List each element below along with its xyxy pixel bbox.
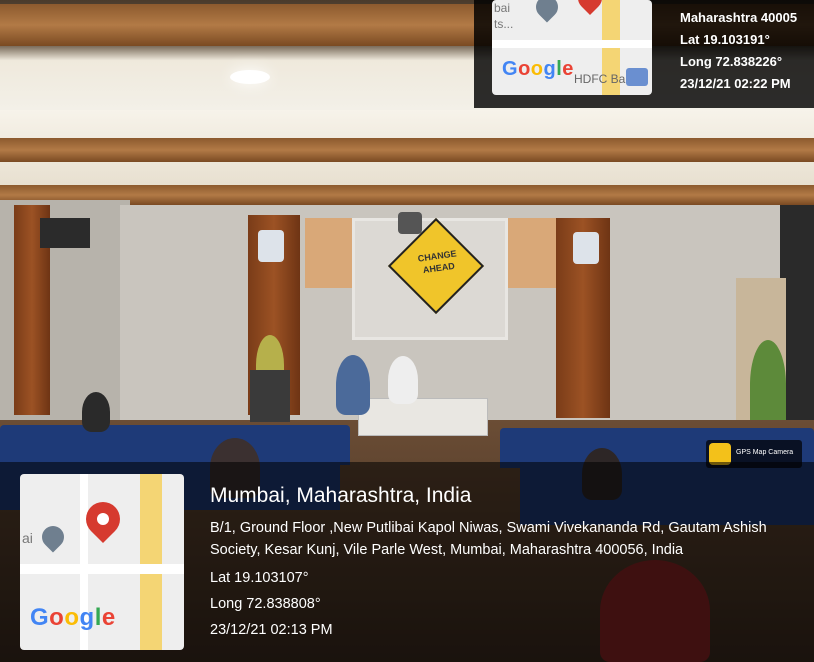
wall-panel-accent-right	[500, 218, 556, 288]
gps-camera-label: GPS Map Camera	[736, 449, 794, 456]
location-address: B/1, Ground Floor ,New Putlibai Kapol Ni…	[210, 520, 767, 558]
longitude: Long 72.838808°	[210, 596, 321, 612]
seated-guest-2	[388, 356, 418, 404]
seat-row-left-1	[0, 425, 350, 465]
location-title: Mumbai, Maharashtra, India	[210, 484, 472, 507]
speaker-table	[358, 398, 488, 436]
top-map-thumbnail: bai ts... Google HDFC Bank	[492, 0, 652, 95]
seated-guest-1	[336, 355, 370, 415]
google-logo: Google	[502, 58, 574, 80]
top-stamp-datetime: 23/12/21 02:22 PM	[680, 76, 791, 91]
standing-person-right	[750, 340, 786, 430]
wall-panel-accent	[305, 218, 355, 288]
speaker-left	[40, 218, 90, 248]
projector	[398, 212, 422, 234]
audience-1	[82, 392, 110, 432]
datetime: 23/12/21 02:13 PM	[210, 622, 333, 638]
ceiling-light	[230, 70, 270, 84]
place-marker-icon	[37, 521, 69, 553]
main-map-thumbnail: ai Google	[20, 474, 184, 650]
map-text: ai	[22, 530, 33, 546]
bank-icon	[626, 68, 648, 86]
emblem-right	[573, 232, 599, 264]
ceiling-beam	[0, 138, 814, 162]
emblem-left	[258, 230, 284, 262]
place-marker-icon	[531, 0, 563, 23]
google-logo: Google	[30, 604, 116, 631]
map-road	[492, 40, 652, 48]
map-road	[20, 564, 184, 574]
top-stamp-lat: Lat 19.103191°	[680, 32, 770, 47]
top-stamp-long: Long 72.838226°	[680, 54, 783, 69]
top-stamp-line-1: Maharashtra 40005	[680, 10, 798, 25]
map-road-yellow	[140, 474, 162, 650]
latitude: Lat 19.103107°	[210, 570, 309, 586]
top-geotag-stamp: bai ts... Google HDFC Bank Maharashtra 4…	[474, 0, 814, 108]
pin-dot	[94, 510, 112, 528]
podium	[250, 370, 290, 422]
map-text: bai ts...	[494, 1, 514, 31]
